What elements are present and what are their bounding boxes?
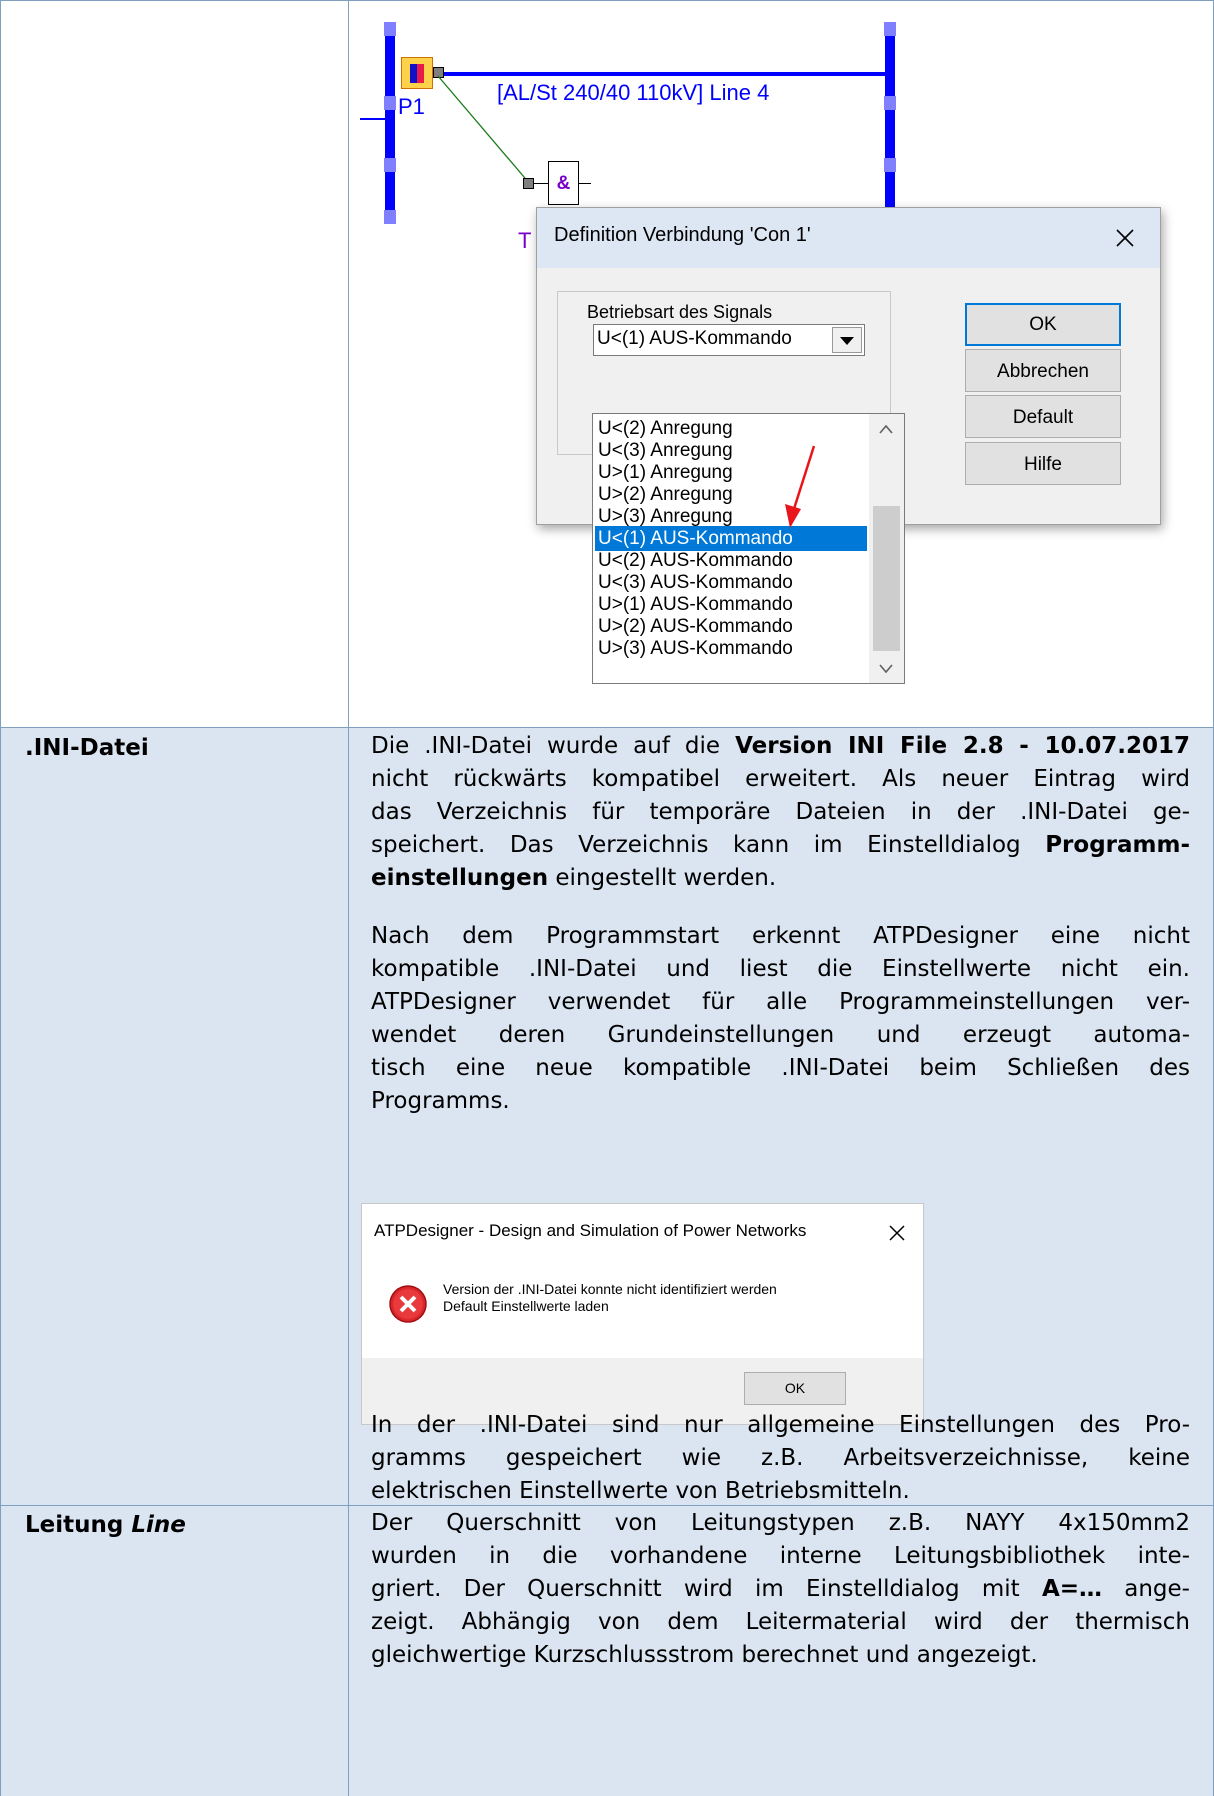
ok-button[interactable]: OK <box>965 303 1121 346</box>
signal-mode-select[interactable]: U<(1) AUS-Kommando <box>593 324 865 356</box>
and-gate[interactable]: & <box>548 161 579 205</box>
chevron-down-icon <box>840 337 854 345</box>
default-button[interactable]: Default <box>965 395 1121 438</box>
close-icon[interactable] <box>1115 228 1135 248</box>
scroll-down-icon[interactable] <box>879 664 893 674</box>
table-divider <box>348 0 349 1796</box>
table-border-left <box>0 0 1 1796</box>
row-label-ini: .INI-Datei <box>25 735 149 761</box>
busbar-left[interactable] <box>385 22 395 224</box>
error-icon <box>389 1285 427 1323</box>
bus-handle <box>884 96 896 110</box>
ini-error-dialog: ATPDesigner - Design and Simulation of P… <box>361 1203 924 1425</box>
signal-connection <box>437 75 531 185</box>
ini-paragraph-2: Nach dem Programmstart erkennt ATPDesign… <box>371 923 1190 1114</box>
connector-port <box>523 178 534 189</box>
dialog-title: Definition Verbindung 'Con 1' <box>554 224 811 246</box>
ok-button[interactable]: OK <box>744 1372 846 1405</box>
ini-paragraph-3: In der .INI-Datei sind nur allgemeine Ei… <box>371 1412 1190 1504</box>
list-item[interactable]: U>(3) AUS-Kommando <box>595 636 867 661</box>
bus-handle <box>384 158 396 172</box>
scroll-up-icon[interactable] <box>879 424 893 434</box>
bus-handle <box>384 210 396 224</box>
dialog-titlebar: Definition Verbindung 'Con 1' <box>537 208 1160 268</box>
red-arrow-annotation <box>785 445 816 528</box>
signal-mode-label: Betriebsart des Signals <box>587 302 773 322</box>
line-paragraph: Der Querschnitt von Leitungstypen z.B. N… <box>371 1510 1190 1668</box>
table-col-left <box>0 727 348 1796</box>
close-icon[interactable] <box>888 1224 906 1242</box>
dialog2-title: ATPDesigner - Design and Simulation of P… <box>374 1221 807 1240</box>
and-gate-label: & <box>556 173 571 194</box>
bus-stub <box>360 118 387 120</box>
signal-mode-dropdown-list[interactable]: U<(2) Anregung U<(3) Anregung U>(1) Anre… <box>592 413 905 684</box>
relay-p1-label: P1 <box>398 94 425 119</box>
select-value: U<(1) AUS-Kommando <box>597 328 792 349</box>
gate-label: T <box>518 228 532 253</box>
cancel-button[interactable]: Abbrechen <box>965 349 1121 392</box>
relay-p1-symbol[interactable] <box>401 57 433 89</box>
help-button[interactable]: Hilfe <box>965 442 1121 485</box>
busbar-right[interactable] <box>885 22 895 212</box>
list-scrollbar[interactable] <box>869 414 904 683</box>
table-row-separator <box>0 727 1214 728</box>
dropdown-button[interactable] <box>832 327 862 353</box>
ini-paragraph-1: Die .INI-Datei wurde auf die Version INI… <box>371 733 1190 891</box>
row-label-line: Leitung Line <box>25 1512 186 1538</box>
bus-handle <box>384 22 396 36</box>
bus-handle <box>884 158 896 172</box>
bus-handle <box>384 96 396 110</box>
bus-handle <box>884 22 896 36</box>
scrollbar-thumb[interactable] <box>873 506 900 651</box>
dialog2-message: Version der .INI-Datei konnte nicht iden… <box>443 1281 777 1314</box>
table-border-top <box>0 0 1214 1</box>
